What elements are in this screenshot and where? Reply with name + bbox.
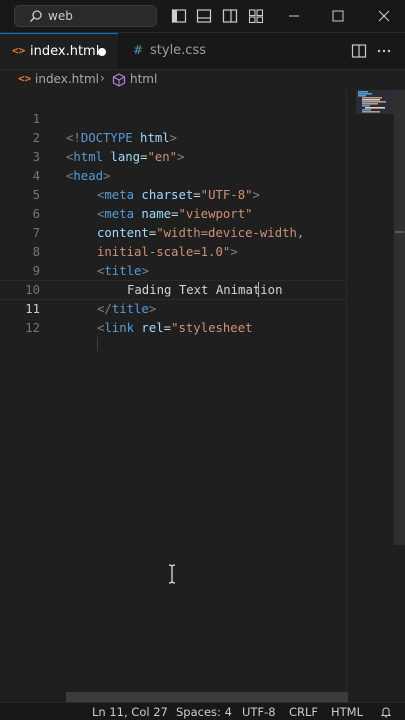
maximize-icon[interactable] [330, 8, 346, 24]
tab-label: style.css [150, 43, 206, 58]
code-line[interactable]: 12 [0, 300, 346, 335]
title-bar: web [0, 0, 405, 33]
vertical-scrollbar-thumb[interactable] [394, 90, 405, 545]
tab-label: index.html [30, 44, 100, 59]
toggle-sidebar-icon[interactable] [171, 8, 187, 24]
toggle-secondary-sidebar-icon[interactable] [222, 8, 238, 24]
breadcrumb: <> index.html › html [0, 70, 405, 90]
code-editor[interactable]: 1 <!DOCTYPE html> 2 <html lang="en"> 3 <… [0, 90, 405, 702]
breadcrumb-symbol[interactable]: html [130, 72, 157, 86]
scrollbar-cursor-marker [395, 231, 404, 233]
code-line[interactable]: 5 <meta name="viewport" [0, 167, 346, 221]
search-label: web [48, 9, 73, 23]
code-line[interactable]: 4 <meta charset="UTF-8"> [0, 148, 346, 202]
html-file-icon: <> [18, 72, 32, 85]
minimize-icon[interactable] [286, 8, 302, 24]
code-line[interactable]: 10 </title> [0, 262, 346, 316]
notifications-bell-icon[interactable] [380, 706, 392, 718]
css-file-icon: # [133, 43, 144, 57]
symbol-element-icon [112, 73, 126, 87]
close-icon[interactable] [376, 8, 392, 24]
code-line[interactable]: 2 <html lang="en"> [0, 110, 346, 164]
status-bar: Ln 11, Col 27 Spaces: 4 UTF-8 CRLF HTML [0, 702, 405, 720]
code-line[interactable]: 8 <title> [0, 224, 346, 278]
line-number: 12 [25, 321, 40, 335]
split-editor-icon[interactable] [351, 43, 367, 59]
unsaved-dot-icon[interactable] [98, 48, 106, 56]
line-content: <link rel="stylesheet [97, 321, 253, 335]
code-line[interactable]: 6 content="width=device-width, [0, 186, 346, 240]
indent-guide [97, 337, 98, 351]
more-actions-icon[interactable] [376, 43, 392, 59]
cursor-position[interactable]: Ln 11, Col 27 [92, 705, 168, 719]
eol-setting[interactable]: CRLF [289, 705, 318, 719]
text-cursor [258, 282, 259, 297]
command-center-search[interactable]: web [14, 5, 157, 27]
tab-index-html[interactable]: <> index.html [0, 33, 118, 69]
minimap[interactable] [356, 90, 394, 150]
code-line[interactable]: 7 initial-scale=1.0"> [0, 205, 346, 259]
code-line[interactable]: 3 <head> [0, 129, 346, 183]
indentation-setting[interactable]: Spaces: 4 [176, 705, 232, 719]
code-line[interactable]: 1 <!DOCTYPE html> [0, 91, 346, 145]
breadcrumb-file[interactable]: index.html [35, 72, 99, 86]
editor-divider [346, 90, 347, 702]
editor-tab-bar: <> index.html # style.css [0, 33, 405, 70]
search-icon [30, 10, 42, 22]
tab-style-css[interactable]: # style.css [119, 33, 225, 69]
language-mode[interactable]: HTML [331, 705, 363, 719]
encoding-setting[interactable]: UTF-8 [242, 705, 276, 719]
breadcrumb-separator: › [100, 71, 105, 85]
customize-layout-icon[interactable] [248, 8, 264, 24]
text-select-cursor-icon [168, 564, 176, 584]
toggle-panel-icon[interactable] [196, 8, 212, 24]
html-file-icon: <> [12, 44, 26, 57]
horizontal-scrollbar-thumb[interactable] [66, 692, 348, 702]
code-line[interactable]: 9 Fading Text Animation [0, 243, 346, 297]
current-code-line[interactable]: 11 <link rel="stylesheet [0, 280, 346, 335]
